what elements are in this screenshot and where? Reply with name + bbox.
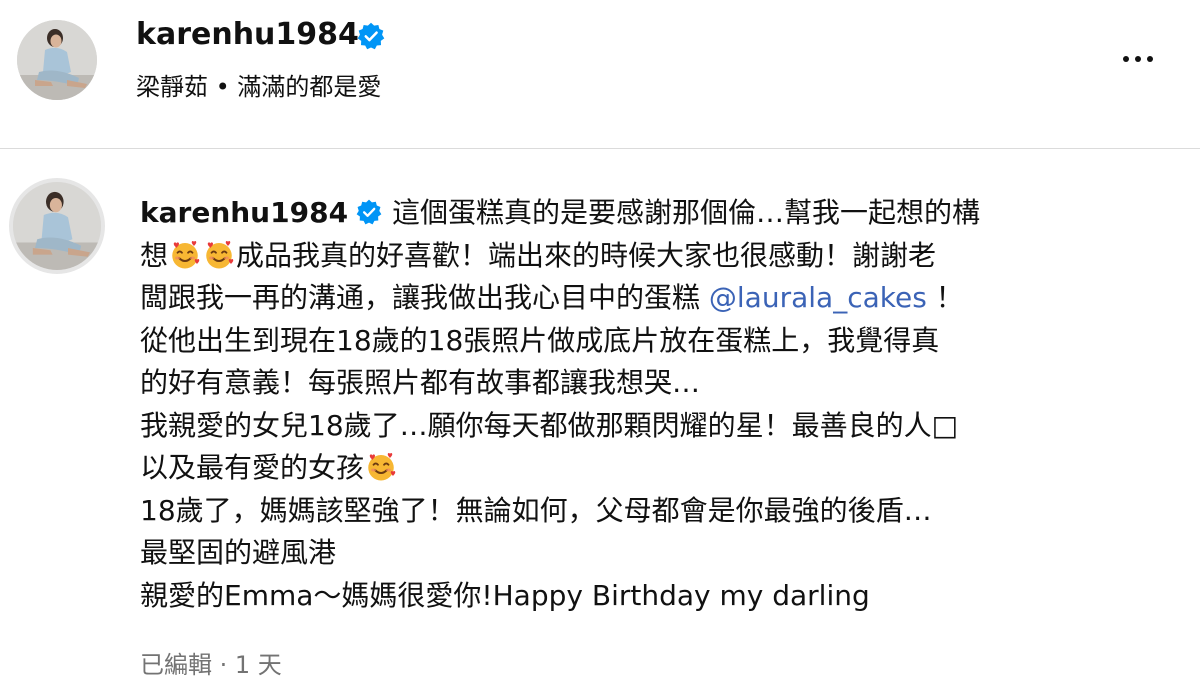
caption-segment: 想: [140, 238, 169, 272]
more-dot-icon: [1135, 56, 1141, 62]
post-header: karenhu1984 梁靜茹 • 滿滿的都是愛: [0, 0, 1200, 148]
caption-line: karenhu1984 這個蛋糕真的是要感謝那個倫…幫我一起想的構: [140, 192, 1140, 235]
caption-line: 闆跟我一再的溝通，讓我做出我心目中的蛋糕 @laurala_cakes ！: [140, 277, 1140, 320]
caption-line: 想 成品我真的好喜歡！端出來的時候大家也很感動！謝謝老: [140, 235, 1140, 278]
caption-segment: 我親愛的女兒18歲了…願你每天都做那顆閃耀的星！最善良的人: [140, 408, 932, 442]
caption-line: 從他出生到現在18歲的18張照片做成底片放在蛋糕上，我覺得真: [140, 323, 940, 357]
profile-photo: [17, 20, 97, 100]
missing-glyph: □: [931, 408, 959, 442]
verified-badge-icon: [356, 199, 382, 225]
smiling-face-with-hearts-emoji-icon: [204, 240, 234, 270]
more-dot-icon: [1147, 56, 1153, 62]
mention-link[interactable]: @laurala_cakes: [709, 281, 927, 314]
post-audio-label[interactable]: 梁靜茹 • 滿滿的都是愛: [136, 70, 381, 104]
profile-photo: [13, 182, 101, 270]
verified-badge-icon: [357, 22, 385, 50]
caption-segment: 以及最有愛的女孩: [140, 451, 365, 484]
author-avatar[interactable]: [17, 20, 97, 100]
caption-line: 的好有意義！每張照片都有故事都讓我想哭…: [140, 366, 701, 399]
caption-line: 最堅固的避風港: [140, 536, 337, 569]
comment-avatar[interactable]: [9, 178, 105, 274]
author-username[interactable]: karenhu1984: [136, 17, 359, 53]
more-dot-icon: [1123, 56, 1129, 62]
caption-line: 親愛的Emma～媽媽很愛你!Happy Birthday my darling: [140, 578, 870, 612]
edited-timestamp: 已編輯 · 1 天: [140, 651, 282, 679]
caption-segment: 闆跟我一再的溝通，讓我做出我心目中的蛋糕: [140, 281, 709, 314]
caption-segment: 成品我真的好喜歡！端出來的時候大家也很感動！謝謝老: [236, 238, 937, 272]
smiling-face-with-hearts-emoji-icon: [366, 452, 396, 482]
caption-segment: ！: [926, 281, 964, 314]
caption-comment: karenhu1984 這個蛋糕真的是要感謝那個倫…幫我一起想的構 想 成品我真的好…: [0, 149, 1200, 679]
more-options-button[interactable]: [1112, 46, 1164, 72]
caption-line: 我親愛的女兒18歲了…願你每天都做那顆閃耀的星！最善良的人□: [140, 405, 1140, 448]
caption-text: karenhu1984 這個蛋糕真的是要感謝那個倫…幫我一起想的構 想 成品我真的好…: [140, 192, 1140, 617]
smiling-face-with-hearts-emoji-icon: [170, 240, 200, 270]
caption-segment: 這個蛋糕真的是要感謝那個倫…幫我一起想的構: [392, 196, 981, 229]
comment-username[interactable]: karenhu1984: [140, 196, 348, 229]
caption-line: 18歲了，媽媽該堅強了！無論如何，父母都會是你最強的後盾…: [140, 493, 932, 527]
caption-line: 以及最有愛的女孩: [140, 447, 1140, 490]
